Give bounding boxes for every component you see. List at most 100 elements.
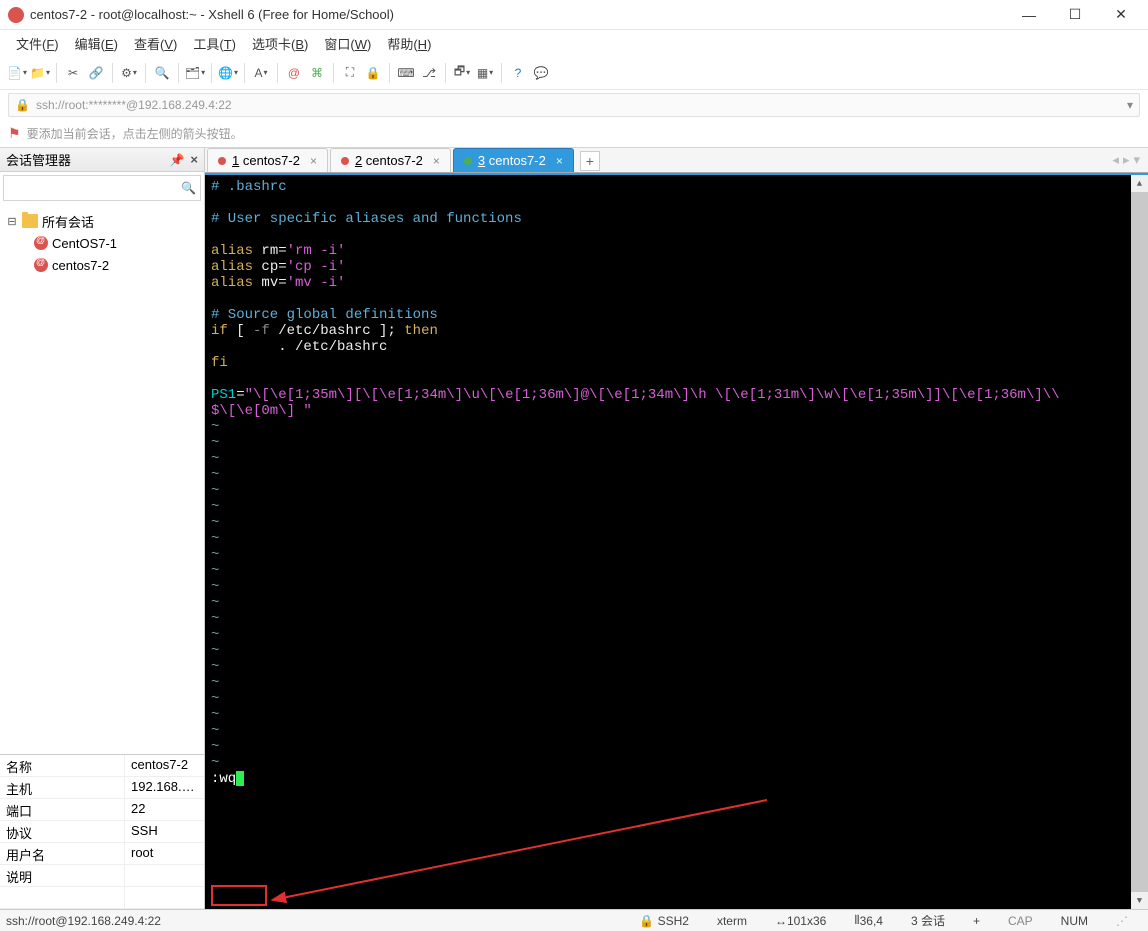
terminal-line: alias rm='rm -i' (211, 243, 1142, 259)
terminal-tilde: ~ (211, 531, 1142, 547)
scroll-down-icon[interactable]: ▼ (1131, 892, 1148, 909)
close-button[interactable]: ✕ (1098, 0, 1144, 30)
terminal-command-line[interactable]: :wq (211, 771, 1142, 787)
menu-item[interactable]: 选项卡(B) (244, 31, 316, 56)
tab-prev-icon[interactable]: ◂ (1112, 152, 1119, 167)
hint-bar: ⚑ 要添加当前会话，点击左侧的箭头按钮。 (0, 120, 1148, 148)
prop-value: SSH (125, 821, 204, 842)
tab-next-icon[interactable]: ▸ (1123, 152, 1130, 167)
session-search-input[interactable]: 🔍 (3, 175, 201, 201)
menu-item[interactable]: 帮助(H) (379, 31, 439, 56)
scroll-thumb[interactable] (1131, 192, 1148, 892)
separator (178, 63, 179, 83)
status-plus-icon[interactable]: + (973, 914, 980, 928)
terminal-pane: 1 centos7-2×2 centos7-2×3 centos7-2× + ◂ ▸▾… (205, 148, 1148, 909)
terminal-line: if [ -f /etc/bashrc ]; then (211, 323, 1142, 339)
terminal-tilde: ~ (211, 611, 1142, 627)
app-icon (8, 7, 24, 23)
menu-item[interactable]: 文件(F) (8, 31, 67, 56)
tree-root[interactable]: ⊟所有会话 (2, 210, 202, 232)
prop-row: 主机192.168.2... (0, 777, 204, 799)
separator (56, 63, 57, 83)
minimize-button[interactable]: — (1006, 0, 1052, 30)
prop-key: 主机 (0, 777, 125, 798)
window-title: centos7-2 - root@localhost:~ - Xshell 6 … (30, 7, 1006, 22)
dropdown-icon[interactable]: ▾ (1127, 98, 1133, 112)
fullscreen-button[interactable]: ⛶ (339, 62, 361, 84)
new-window-button[interactable]: 🗗 (451, 62, 473, 84)
pin-icon[interactable]: 📌 (169, 153, 184, 167)
menu-item[interactable]: 工具(T) (185, 31, 244, 56)
terminal-tilde: ~ (211, 467, 1142, 483)
tab-menu-icon[interactable]: ▾ (1133, 152, 1140, 167)
terminal-scrollbar[interactable]: ▲ ▼ (1131, 175, 1148, 909)
maximize-button[interactable]: ☐ (1052, 0, 1098, 30)
scroll-up-icon[interactable]: ▲ (1131, 175, 1148, 192)
terminal-line: # .bashrc (211, 179, 1142, 195)
terminal-tilde: ~ (211, 419, 1142, 435)
tab-close-icon[interactable]: × (433, 154, 440, 168)
keyboard-button[interactable]: ⌨ (395, 62, 417, 84)
prop-row: 说明 (0, 865, 204, 887)
branch-button[interactable]: ⎇ (418, 62, 440, 84)
prop-key: 协议 (0, 821, 125, 842)
terminal-line (211, 227, 1142, 243)
terminal-tilde: ~ (211, 579, 1142, 595)
tree-item-label: centos7-2 (52, 258, 109, 273)
separator (277, 63, 278, 83)
session-icon (34, 236, 48, 250)
title-bar: centos7-2 - root@localhost:~ - Xshell 6 … (0, 0, 1148, 30)
address-input[interactable]: 🔒 ssh://root:********@192.168.249.4:22 ▾ (8, 93, 1140, 117)
menu-item[interactable]: 查看(V) (126, 31, 185, 56)
properties-button[interactable]: ⚙ (118, 62, 140, 84)
add-tab-button[interactable]: + (580, 151, 600, 171)
terminal-tilde: ~ (211, 707, 1142, 723)
prop-value: 22 (125, 799, 204, 820)
font-button[interactable]: A (250, 62, 272, 84)
open-button[interactable]: 📁 (29, 62, 51, 84)
terminal-line: alias cp='cp -i' (211, 259, 1142, 275)
swirl-button[interactable]: @ (283, 62, 305, 84)
paste-button[interactable]: 🔗 (85, 62, 107, 84)
session-manager-pane: 会话管理器 📌 × 🔍 ⊟所有会话CentOS7-1centos7-2 名称ce… (0, 148, 205, 909)
lock-icon: 🔒 (15, 98, 30, 112)
menu-item[interactable]: 编辑(E) (67, 31, 126, 56)
separator (145, 63, 146, 83)
separator (445, 63, 446, 83)
command-button[interactable]: ⌘ (306, 62, 328, 84)
menu-item[interactable]: 窗口(W) (316, 31, 379, 56)
sessions-button[interactable]: 🗂 (184, 62, 206, 84)
address-bar: 🔒 ssh://root:********@192.168.249.4:22 ▾ (0, 90, 1148, 120)
terminal-tilde: ~ (211, 627, 1142, 643)
terminal-line: # User specific aliases and functions (211, 211, 1142, 227)
terminal-line (211, 371, 1142, 387)
terminal-tilde: ~ (211, 643, 1142, 659)
session-tab[interactable]: 3 centos7-2× (453, 148, 574, 172)
expand-icon[interactable]: ⊟ (6, 215, 18, 228)
session-tab[interactable]: 1 centos7-2× (207, 148, 328, 172)
session-properties: 名称centos7-2主机192.168.2...端口22协议SSH用户名roo… (0, 754, 204, 909)
tree-session-item[interactable]: CentOS7-1 (2, 232, 202, 254)
terminal-tilde: ~ (211, 515, 1142, 531)
status-address: ssh://root@192.168.249.4:22 (6, 914, 161, 928)
copy-button[interactable]: ✂ (62, 62, 84, 84)
tree-session-item[interactable]: centos7-2 (2, 254, 202, 276)
panel-close-icon[interactable]: × (190, 152, 198, 167)
layout-button[interactable]: ▦ (474, 62, 496, 84)
speech-button[interactable]: 💬 (530, 62, 552, 84)
session-tab[interactable]: 2 centos7-2× (330, 148, 451, 172)
tab-close-icon[interactable]: × (556, 154, 563, 168)
find-button[interactable]: 🔍 (151, 62, 173, 84)
help-button[interactable]: ? (507, 62, 529, 84)
prop-value: 192.168.2... (125, 777, 204, 798)
new-session-button[interactable]: 📄 (6, 62, 28, 84)
globe-button[interactable]: 🌐 (217, 62, 239, 84)
terminal-tilde: ~ (211, 691, 1142, 707)
status-resize-grip[interactable]: ⋰ (1116, 914, 1128, 928)
lock-button[interactable]: 🔒 (362, 62, 384, 84)
tab-close-icon[interactable]: × (310, 154, 317, 168)
terminal-line (211, 291, 1142, 307)
toolbar: 📄📁 ✂🔗 ⚙ 🔍 🗂 🌐 A @⌘ ⛶🔒 ⌨⎇ 🗗▦?💬 (0, 56, 1148, 90)
prop-key: 用户名 (0, 843, 125, 864)
terminal[interactable]: ▲ ▼ # .bashrc # User specific aliases an… (205, 173, 1148, 909)
